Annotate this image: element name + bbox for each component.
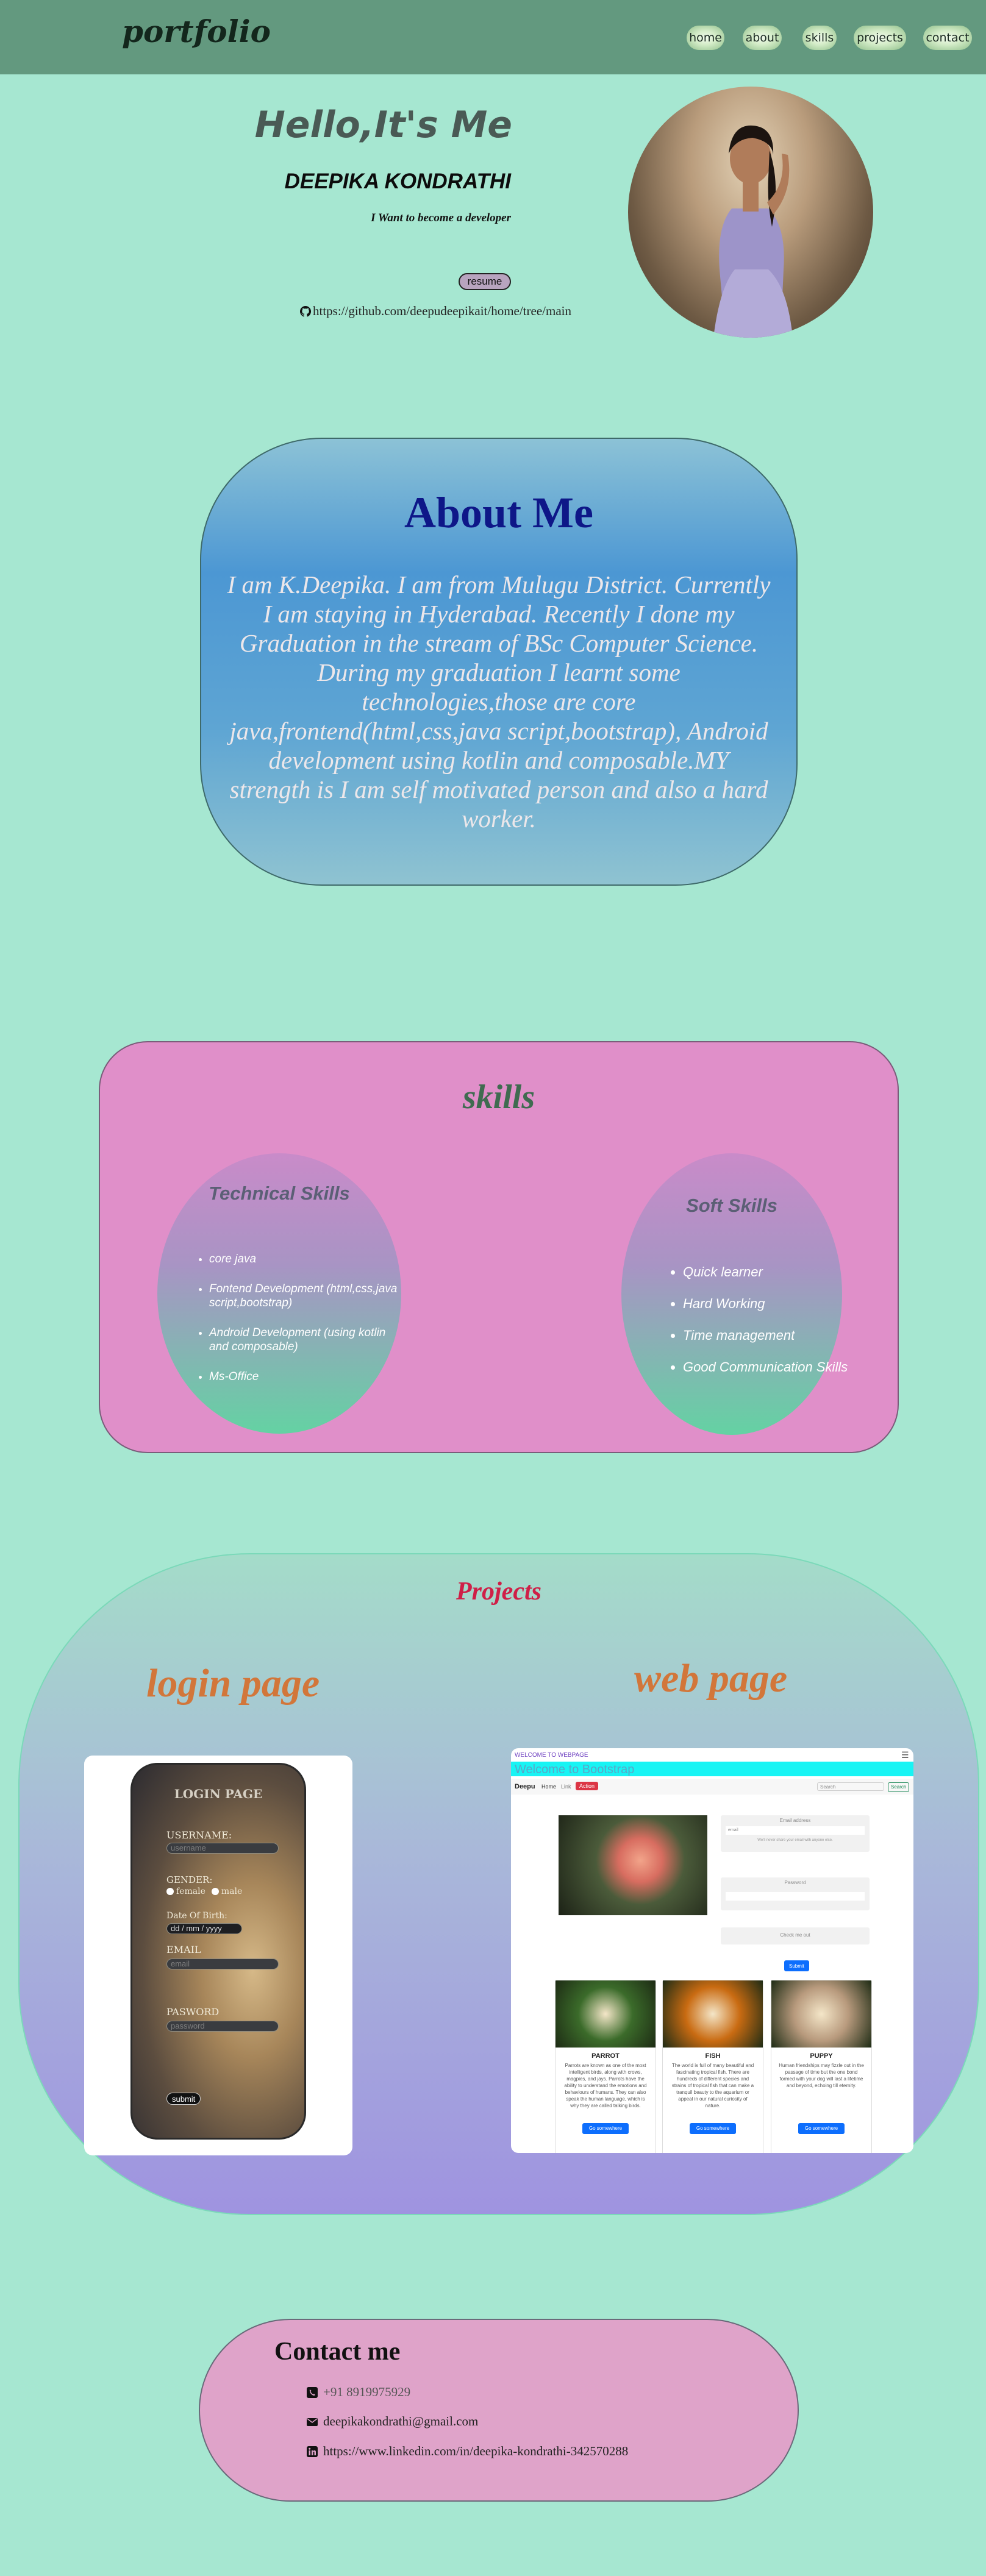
nav-about-button[interactable]: about	[743, 26, 782, 50]
webpage-dropdown[interactable]: Action	[576, 1782, 599, 1790]
parrot-card: PARROT Parrots are known as one of the m…	[555, 1980, 656, 2153]
puppy-card: PUPPY Human friendships may fizzle out i…	[771, 1980, 872, 2153]
profile-photo	[628, 87, 873, 338]
hamburger-icon[interactable]: ☰	[901, 1750, 909, 1760]
technical-skill-item: Ms-Office	[209, 1370, 404, 1384]
soft-skills-title: Soft Skills	[686, 1195, 777, 1216]
webpage-submit-button[interactable]: Submit	[784, 1960, 809, 1971]
contact-phone[interactable]: +91 8919975929	[323, 2385, 410, 2400]
card-title: FISH	[705, 2052, 721, 2060]
github-link-row[interactable]: https://github.com/deepudeepikait/home/t…	[300, 304, 571, 319]
soft-skill-item: Hard Working	[683, 1296, 860, 1312]
email-label: EMAIL	[166, 1944, 201, 1955]
webpage-nav-link[interactable]: Link	[561, 1784, 571, 1790]
card-button[interactable]: Go somewhere	[798, 2123, 845, 2134]
gender-label: GENDER:	[166, 1874, 213, 1885]
card-button[interactable]: Go somewhere	[690, 2123, 736, 2134]
nav-contact-button[interactable]: contact	[923, 26, 972, 50]
web-project-title: web page	[634, 1656, 788, 1701]
contact-email-row[interactable]: deepikakondrathi@gmail.com	[306, 2414, 478, 2429]
female-label: female	[176, 1887, 205, 1896]
dob-label: Date Of Birth:	[166, 1911, 227, 1921]
login-project-title: login page	[146, 1661, 320, 1706]
webpage-search-button[interactable]: Search	[888, 1782, 910, 1792]
contact-title: Contact me	[274, 2338, 401, 2366]
webpage-topbar: WELCOME TO WEBPAGE	[515, 1752, 588, 1759]
contact-linkedin-row[interactable]: https://www.linkedin.com/in/deepika-kond…	[306, 2444, 628, 2459]
about-text: I am K.Deepika. I am from Mulugu Distric…	[227, 571, 771, 833]
skills-title: skills	[462, 1078, 535, 1116]
about-title: About Me	[404, 488, 593, 537]
email-input[interactable]: email	[166, 1959, 279, 1969]
hero-tagline: I Want to become a developer	[371, 212, 511, 224]
linkedin-icon	[306, 2446, 318, 2458]
soft-skill-item: Time management	[683, 1328, 860, 1343]
gender-options: female male	[166, 1887, 242, 1896]
site-logo: portfolio	[122, 13, 271, 49]
soft-skill-item: Good Communication Skills	[683, 1359, 860, 1375]
contact-email[interactable]: deepikakondrathi@gmail.com	[323, 2414, 478, 2429]
hero-greeting: Hello,It's Me	[254, 104, 512, 146]
webpage-search-input[interactable]: Search	[817, 1782, 884, 1791]
puppy-image	[771, 1980, 871, 2048]
login-phone-frame: LOGIN PAGE USERNAME: username GENDER: fe…	[130, 1763, 306, 2140]
profile-figure-image	[713, 125, 793, 338]
card-text: The world is full of many beautiful and …	[671, 2063, 754, 2108]
soft-skills-list: Quick learner Hard Working Time manageme…	[666, 1264, 860, 1391]
webpage-password-input[interactable]	[726, 1892, 865, 1901]
hero-name: DEEPIKA KONDRATHI	[284, 169, 511, 193]
nav-home-button[interactable]: home	[687, 26, 724, 50]
contact-phone-row[interactable]: +91 8919975929	[306, 2385, 410, 2400]
card-title: PARROT	[591, 2052, 620, 2060]
male-radio[interactable]	[211, 1888, 219, 1895]
webpage-banner: Welcome to Bootstrap	[515, 1763, 635, 1776]
webpage-email-input[interactable]: email	[726, 1826, 865, 1835]
password-input[interactable]: password	[166, 2021, 279, 2032]
envelope-icon	[306, 2416, 318, 2428]
male-label: male	[221, 1887, 243, 1896]
webpage-email-label: Email address	[779, 1818, 811, 1823]
fish-image	[663, 1980, 763, 2048]
login-submit-button[interactable]: submit	[166, 2093, 201, 2105]
nav-projects-button[interactable]: projects	[854, 26, 906, 50]
rose-image	[559, 1815, 707, 1915]
web-project-screenshot[interactable]: WELCOME TO WEBPAGE ☰ Welcome to Bootstra…	[511, 1748, 913, 2153]
webpage-brand[interactable]: Deepu	[515, 1783, 535, 1790]
female-radio[interactable]	[166, 1888, 174, 1895]
webpage-nav-home[interactable]: Home	[541, 1784, 556, 1790]
parrot-image	[556, 1980, 656, 2048]
technical-skills-title: Technical Skills	[209, 1183, 350, 1204]
fish-card: FISH The world is full of many beautiful…	[662, 1980, 763, 2153]
resume-button[interactable]: resume	[459, 273, 511, 290]
technical-skill-item: Android Development (using kotlin and co…	[209, 1326, 404, 1354]
username-input[interactable]: username	[166, 1843, 279, 1854]
card-title: PUPPY	[810, 2052, 833, 2060]
technical-skill-item: core java	[209, 1252, 404, 1266]
dob-input[interactable]: dd / mm / yyyy	[166, 1923, 242, 1934]
webpage-email-hint: We'll never share your email with anyone…	[757, 1838, 833, 1842]
github-icon	[300, 305, 311, 317]
password-label: PASWORD	[166, 2006, 220, 2018]
technical-skill-item: Fontend Development (html,css,java scrip…	[209, 1282, 404, 1310]
card-text: Human friendships may fizzle out in the …	[779, 2063, 864, 2088]
login-heading: LOGIN PAGE	[174, 1787, 263, 1801]
soft-skill-item: Quick learner	[683, 1264, 860, 1280]
technical-skills-list: core java Fontend Development (html,css,…	[192, 1252, 404, 1400]
card-button[interactable]: Go somewhere	[582, 2123, 629, 2134]
card-text: Parrots are known as one of the most int…	[564, 2063, 647, 2108]
projects-title: Projects	[456, 1578, 541, 1606]
phone-icon	[306, 2386, 318, 2399]
github-url[interactable]: https://github.com/deepudeepikait/home/t…	[313, 304, 571, 319]
webpage-password-label: Password	[784, 1880, 806, 1885]
username-label: USERNAME:	[166, 1829, 232, 1841]
contact-linkedin[interactable]: https://www.linkedin.com/in/deepika-kond…	[323, 2444, 628, 2459]
webpage-check-label[interactable]: Check me out	[721, 1932, 870, 1938]
nav-skills-button[interactable]: skills	[802, 26, 837, 50]
